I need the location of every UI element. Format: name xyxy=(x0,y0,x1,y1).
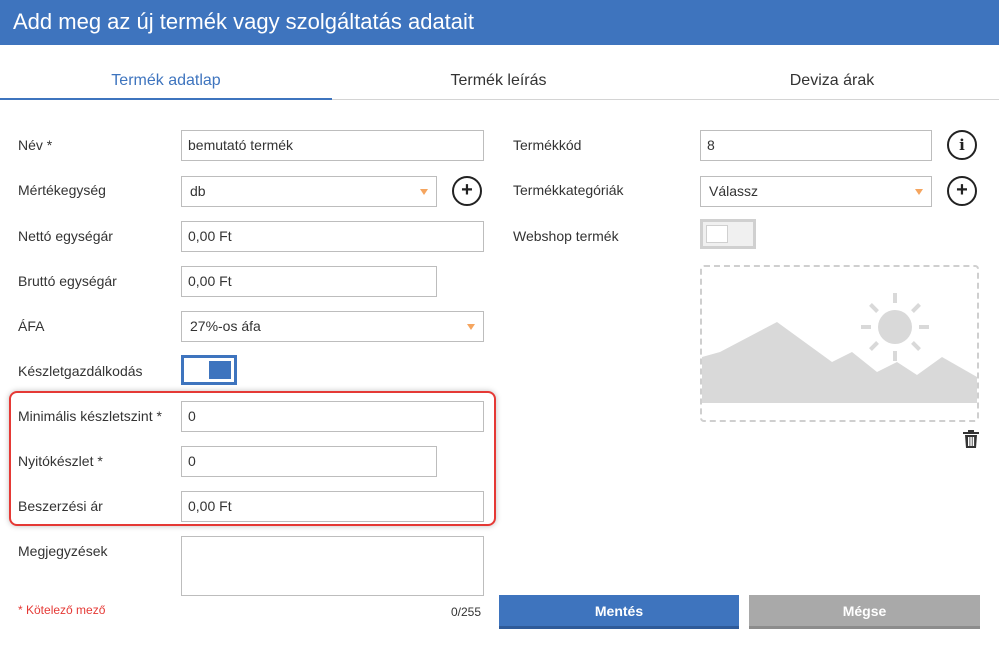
save-button[interactable]: Mentés xyxy=(499,595,739,629)
add-unit-button[interactable]: + xyxy=(452,176,482,206)
tab-bar: Termék adatlap Termék leírás Deviza árak xyxy=(0,62,999,100)
net-price-input[interactable]: 0,00 Ft xyxy=(181,221,484,252)
min-stock-label: Minimális készletszint * xyxy=(18,408,162,424)
product-code-input[interactable]: 8 xyxy=(700,130,932,161)
min-stock-input[interactable]: 0 xyxy=(181,401,484,432)
info-circle-icon: i xyxy=(959,136,965,154)
inventory-label: Készletgazdálkodás xyxy=(18,363,143,379)
toggle-knob xyxy=(706,225,728,243)
purchase-price-label: Beszerzési ár xyxy=(18,498,103,514)
name-label: Név * xyxy=(18,137,53,153)
image-placeholder-icon xyxy=(702,293,977,403)
unit-select-value: db xyxy=(190,183,206,199)
opening-stock-input[interactable]: 0 xyxy=(181,446,437,477)
tab-product-description[interactable]: Termék leírás xyxy=(332,62,665,100)
dialog-header: Add meg az új termék vagy szolgáltatás a… xyxy=(0,0,999,45)
categories-select-value: Válassz xyxy=(709,183,759,199)
notes-label: Megjegyzések xyxy=(18,543,108,559)
webshop-toggle[interactable] xyxy=(700,219,756,249)
tab-currency-prices[interactable]: Deviza árak xyxy=(665,62,999,100)
gross-price-input[interactable]: 0,00 Ft xyxy=(181,266,437,297)
chevron-down-icon xyxy=(915,189,923,195)
opening-stock-label: Nyitókészlet * xyxy=(18,453,103,469)
notes-char-counter: 0/255 xyxy=(451,605,482,619)
required-field-note: * Kötelező mező xyxy=(18,603,106,617)
add-category-button[interactable]: + xyxy=(947,176,977,206)
gross-price-label: Bruttó egységár xyxy=(18,273,117,289)
toggle-knob xyxy=(209,361,231,379)
plus-circle-icon: + xyxy=(956,179,968,201)
categories-label: Termékkategóriák xyxy=(513,182,624,198)
inventory-toggle[interactable] xyxy=(181,355,237,385)
chevron-down-icon xyxy=(467,324,475,330)
categories-select[interactable]: Válassz xyxy=(700,176,932,207)
chevron-down-icon xyxy=(420,189,428,195)
trash-icon xyxy=(963,430,979,448)
tab-product-sheet[interactable]: Termék adatlap xyxy=(0,62,332,100)
name-input[interactable]: bemutató termék xyxy=(181,130,484,161)
vat-select[interactable]: 27%-os áfa xyxy=(181,311,484,342)
product-code-label: Termékkód xyxy=(513,137,582,153)
webshop-label: Webshop termék xyxy=(513,228,619,244)
unit-label: Mértékegység xyxy=(18,182,106,198)
plus-circle-icon: + xyxy=(461,179,473,201)
dialog-title: Add meg az új termék vagy szolgáltatás a… xyxy=(13,9,475,34)
vat-label: ÁFA xyxy=(18,318,45,334)
notes-textarea[interactable] xyxy=(181,536,484,596)
product-image-dropzone[interactable] xyxy=(700,265,979,422)
purchase-price-input[interactable]: 0,00 Ft xyxy=(181,491,484,522)
vat-select-value: 27%-os áfa xyxy=(190,318,261,334)
delete-image-button[interactable] xyxy=(962,429,980,449)
unit-select[interactable]: db xyxy=(181,176,437,207)
net-price-label: Nettó egységár xyxy=(18,228,113,244)
product-code-info-button[interactable]: i xyxy=(947,130,977,160)
cancel-button[interactable]: Mégse xyxy=(749,595,980,629)
